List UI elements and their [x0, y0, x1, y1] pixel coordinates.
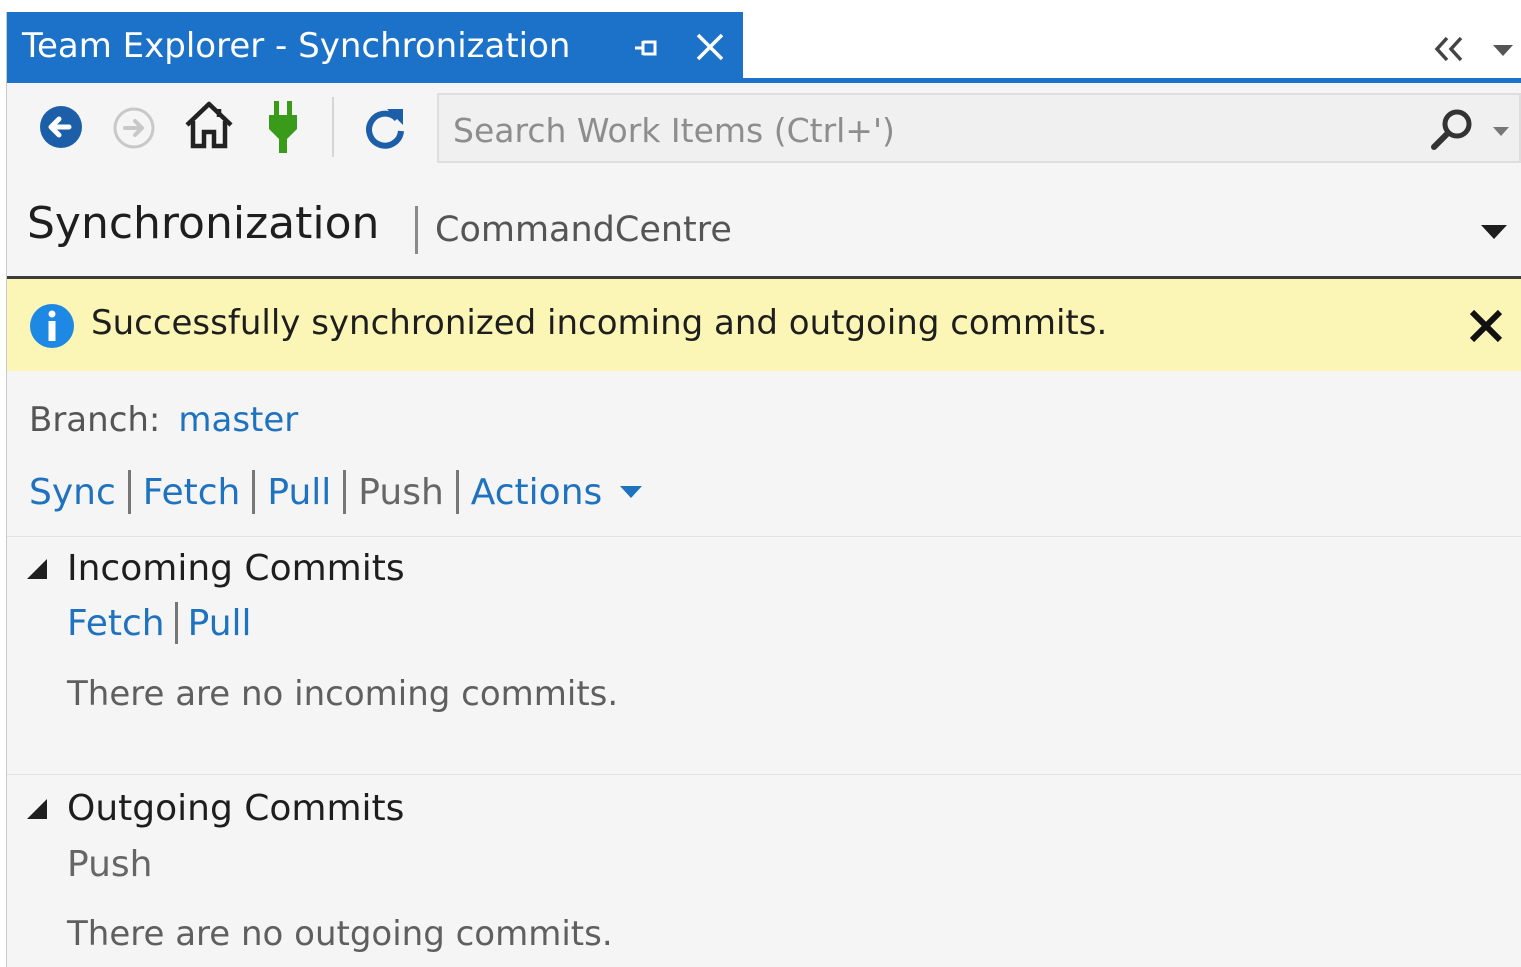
chevron-down-icon[interactable] — [1491, 125, 1511, 137]
link-separator — [455, 470, 459, 514]
chevron-down-icon[interactable] — [1479, 223, 1509, 241]
title-bar: Team Explorer - Synchronization — [7, 12, 1521, 83]
close-icon[interactable] — [1467, 307, 1505, 345]
notification-bar: Successfully synchronized incoming and o… — [7, 279, 1521, 371]
branch-row: Branch: master — [29, 400, 298, 440]
push-link: Push — [358, 471, 444, 513]
refresh-icon[interactable] — [361, 103, 409, 153]
toolbar — [7, 83, 1521, 178]
incoming-fetch-link[interactable]: Fetch — [67, 603, 165, 644]
toolbar-separator — [332, 97, 334, 157]
incoming-links: Fetch Pull — [67, 602, 252, 644]
fetch-link[interactable]: Fetch — [143, 472, 241, 513]
notification-message: Successfully synchronized incoming and o… — [91, 303, 1108, 343]
sync-link[interactable]: Sync — [29, 472, 116, 513]
outgoing-links: Push — [67, 844, 152, 885]
link-separator — [343, 470, 347, 514]
collapse-icon[interactable] — [1431, 34, 1467, 64]
connect-icon[interactable] — [265, 99, 301, 155]
outgoing-push-link: Push — [67, 844, 153, 885]
page-header: Synchronization CommandCentre — [7, 178, 1521, 279]
incoming-commits-title: Incoming Commits — [67, 548, 405, 589]
forward-icon — [113, 107, 155, 149]
link-separator — [252, 470, 256, 514]
home-icon[interactable] — [183, 99, 235, 151]
collapse-triangle-icon[interactable] — [25, 797, 49, 821]
chevron-down-icon[interactable] — [618, 484, 644, 500]
section-divider — [7, 536, 1521, 537]
actions-menu[interactable]: Actions — [471, 472, 603, 513]
search-input[interactable] — [451, 107, 1415, 153]
page-context: CommandCentre — [435, 210, 732, 250]
collapse-triangle-icon[interactable] — [25, 557, 49, 581]
info-icon — [30, 304, 74, 348]
search-icon[interactable] — [1429, 107, 1475, 153]
section-divider — [7, 774, 1521, 775]
link-separator — [174, 602, 178, 644]
title-separator — [415, 206, 418, 254]
incoming-commits-header[interactable]: Incoming Commits — [25, 548, 405, 589]
page-title: Synchronization — [27, 198, 380, 249]
pin-icon[interactable] — [631, 32, 663, 64]
branch-link[interactable]: master — [178, 400, 298, 440]
team-explorer-window: Team Explorer - Synchronization Search W… — [6, 12, 1521, 967]
outgoing-empty-message: There are no outgoing commits. — [67, 914, 613, 954]
outgoing-commits-title: Outgoing Commits — [67, 788, 405, 829]
chevron-down-icon[interactable] — [1491, 42, 1515, 58]
incoming-empty-message: There are no incoming commits. — [67, 674, 619, 714]
branch-label: Branch: — [29, 400, 161, 440]
window-tab[interactable]: Team Explorer - Synchronization — [7, 12, 743, 83]
search-box — [437, 93, 1521, 163]
incoming-pull-link[interactable]: Pull — [188, 603, 252, 644]
window-title: Team Explorer - Synchronization — [22, 26, 571, 66]
outgoing-commits-header[interactable]: Outgoing Commits — [25, 788, 404, 829]
close-icon[interactable] — [693, 30, 727, 64]
link-separator — [127, 470, 131, 514]
actions-row: Sync Fetch Pull Push Actions — [29, 470, 644, 514]
pull-link[interactable]: Pull — [267, 472, 331, 513]
back-icon[interactable] — [39, 105, 83, 149]
